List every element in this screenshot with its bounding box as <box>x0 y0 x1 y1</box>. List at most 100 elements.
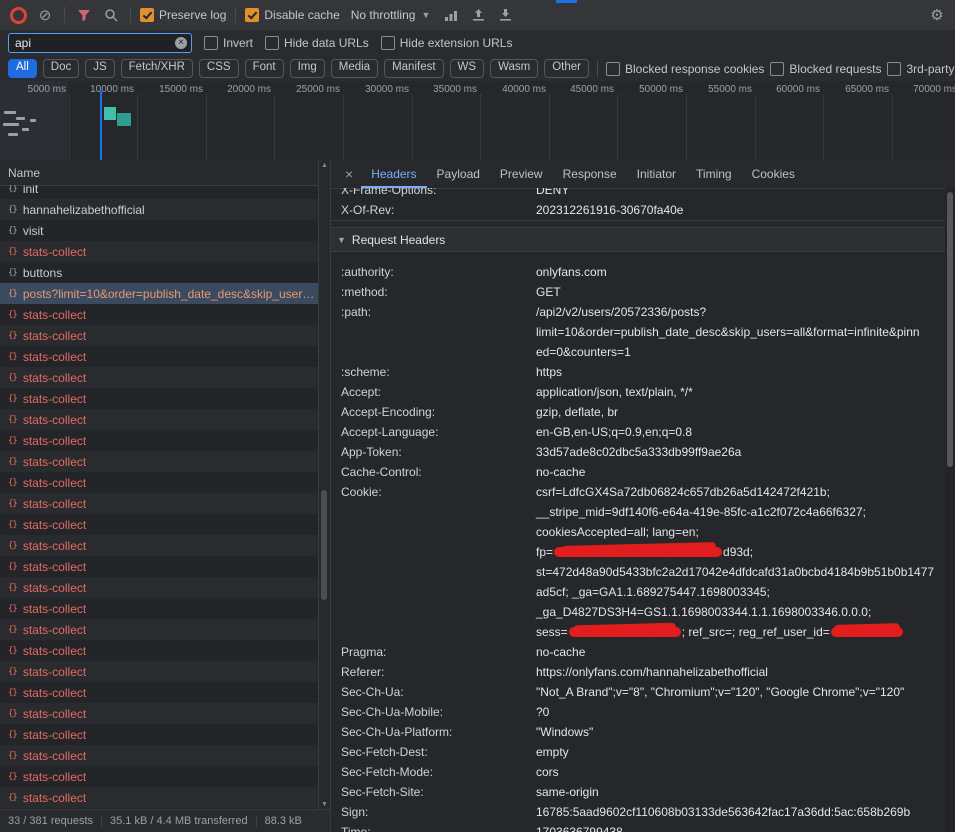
filter-type-doc[interactable]: Doc <box>43 59 79 78</box>
filter-type-all[interactable]: All <box>8 59 37 78</box>
timeline-activity <box>3 123 19 126</box>
filter-type-js[interactable]: JS <box>85 59 114 78</box>
request-row[interactable]: {}stats-collect <box>0 682 319 703</box>
tab-timing[interactable]: Timing <box>686 160 742 188</box>
request-row[interactable]: {}stats-collect <box>0 451 319 472</box>
request-row[interactable]: {}stats-collect <box>0 619 319 640</box>
request-row[interactable]: {}stats-collect <box>0 409 319 430</box>
request-row[interactable]: {}stats-collect <box>0 787 319 808</box>
hide-data-urls-label: Hide data URLs <box>284 36 369 50</box>
request-row[interactable]: {}stats-collect <box>0 556 319 577</box>
tab-payload[interactable]: Payload <box>427 160 490 188</box>
request-row[interactable]: {}stats-collect <box>0 577 319 598</box>
clear-button[interactable]: ⊘ <box>35 5 55 25</box>
settings-button[interactable]: ⚙ <box>927 5 947 25</box>
request-row[interactable]: {}buttons <box>0 262 319 283</box>
request-row[interactable]: {}stats-collect <box>0 493 319 514</box>
throttling-select[interactable]: No throttling ▼ <box>347 6 435 24</box>
toolbar-divider <box>597 61 598 77</box>
header-value: 1703636799438 <box>536 822 945 832</box>
request-row[interactable]: {}stats-collect <box>0 430 319 451</box>
request-row[interactable]: {}stats-collect <box>0 640 319 661</box>
tab-cookies[interactable]: Cookies <box>742 160 805 188</box>
timeline-gridline <box>137 94 138 160</box>
tab-headers[interactable]: Headers <box>361 160 426 188</box>
clear-filter-icon[interactable]: × <box>175 37 187 49</box>
name-column-header[interactable]: Name <box>0 160 330 186</box>
request-row[interactable]: {}stats-collect <box>0 367 319 388</box>
request-row[interactable]: {}stats-collect <box>0 535 319 556</box>
request-list-scrollbar[interactable]: ▲ ▼ <box>318 160 330 810</box>
blocked-response-cookies-checkbox[interactable] <box>606 62 620 76</box>
disable-cache-toggle[interactable]: Disable cache <box>245 8 339 22</box>
import-har-button[interactable] <box>468 5 488 25</box>
request-row[interactable]: {}stats-collect <box>0 724 319 745</box>
hide-extension-urls-checkbox[interactable] <box>381 36 395 50</box>
request-row[interactable]: {}posts?limit=10&order=publish_date_desc… <box>0 283 319 304</box>
request-row[interactable]: {}stats-collect <box>0 745 319 766</box>
export-har-button[interactable] <box>495 5 515 25</box>
timeline-gridline <box>480 94 481 160</box>
filter-type-fetch-xhr[interactable]: Fetch/XHR <box>121 59 193 78</box>
network-conditions-button[interactable] <box>441 5 461 25</box>
request-row[interactable]: {}init <box>0 185 319 199</box>
third-party-checkbox[interactable] <box>887 62 901 76</box>
tab-initiator[interactable]: Initiator <box>627 160 686 188</box>
preserve-log-toggle[interactable]: Preserve log <box>140 8 226 22</box>
request-row[interactable]: {}stats-collect <box>0 325 319 346</box>
disable-cache-checkbox[interactable] <box>245 8 259 22</box>
timeline-overview[interactable]: 5000 ms10000 ms15000 ms20000 ms25000 ms3… <box>0 81 955 161</box>
filter-type-ws[interactable]: WS <box>450 59 485 78</box>
request-row[interactable]: {}hannahelizabethofficial <box>0 199 319 220</box>
details-scrollbar[interactable] <box>945 188 955 832</box>
filter-toggle-button[interactable] <box>74 5 94 25</box>
preserve-log-checkbox[interactable] <box>140 8 154 22</box>
filter-type-css[interactable]: CSS <box>199 59 239 78</box>
filter-input[interactable] <box>8 33 192 53</box>
blocked-requests-checkbox[interactable] <box>770 62 784 76</box>
request-row[interactable]: {}stats-collect <box>0 766 319 787</box>
disclosure-triangle-icon: ▼ <box>337 235 346 245</box>
request-label: stats-collect <box>23 308 86 322</box>
hide-data-urls-toggle[interactable]: Hide data URLs <box>265 36 369 50</box>
scrollbar-thumb[interactable] <box>947 192 953 467</box>
invert-checkbox[interactable] <box>204 36 218 50</box>
invert-toggle[interactable]: Invert <box>204 36 253 50</box>
timeline-activity <box>30 119 36 122</box>
tab-preview[interactable]: Preview <box>490 160 553 188</box>
hide-data-urls-checkbox[interactable] <box>265 36 279 50</box>
blocked-response-cookies-label: Blocked response cookies <box>625 62 764 76</box>
header-value: ?0 <box>536 702 945 722</box>
record-button[interactable] <box>8 5 28 25</box>
filter-type-manifest[interactable]: Manifest <box>384 59 443 78</box>
scroll-up-icon[interactable]: ▲ <box>319 162 330 169</box>
request-row[interactable]: {}stats-collect <box>0 703 319 724</box>
request-label: stats-collect <box>23 539 86 553</box>
request-row[interactable]: {}stats-collect <box>0 661 319 682</box>
scroll-down-icon[interactable]: ▼ <box>319 801 330 808</box>
hide-extension-urls-toggle[interactable]: Hide extension URLs <box>381 36 513 50</box>
blocked-response-cookies-toggle[interactable]: Blocked response cookies <box>606 62 764 76</box>
request-row[interactable]: {}visit <box>0 220 319 241</box>
request-row[interactable]: {}stats-collect <box>0 514 319 535</box>
request-row[interactable]: {}stats-collect <box>0 241 319 262</box>
request-label: stats-collect <box>23 434 86 448</box>
blocked-requests-toggle[interactable]: Blocked requests <box>770 62 881 76</box>
request-row[interactable]: {}stats-collect <box>0 598 319 619</box>
request-row[interactable]: {}stats-collect <box>0 304 319 325</box>
request-row[interactable]: {}stats-collect <box>0 472 319 493</box>
scrollbar-thumb[interactable] <box>321 490 327 600</box>
request-row[interactable]: {}stats-collect <box>0 346 319 367</box>
filter-type-img[interactable]: Img <box>290 59 325 78</box>
filter-type-media[interactable]: Media <box>331 59 378 78</box>
filter-type-other[interactable]: Other <box>544 59 589 78</box>
filter-type-wasm[interactable]: Wasm <box>490 59 538 78</box>
script-icon: {} <box>8 793 17 803</box>
search-button[interactable] <box>101 5 121 25</box>
third-party-toggle[interactable]: 3rd-party requests <box>887 62 955 76</box>
close-icon[interactable]: × <box>337 166 361 182</box>
filter-type-font[interactable]: Font <box>245 59 284 78</box>
request-headers-section[interactable]: ▼ Request Headers <box>331 227 945 252</box>
tab-response[interactable]: Response <box>553 160 627 188</box>
request-row[interactable]: {}stats-collect <box>0 388 319 409</box>
